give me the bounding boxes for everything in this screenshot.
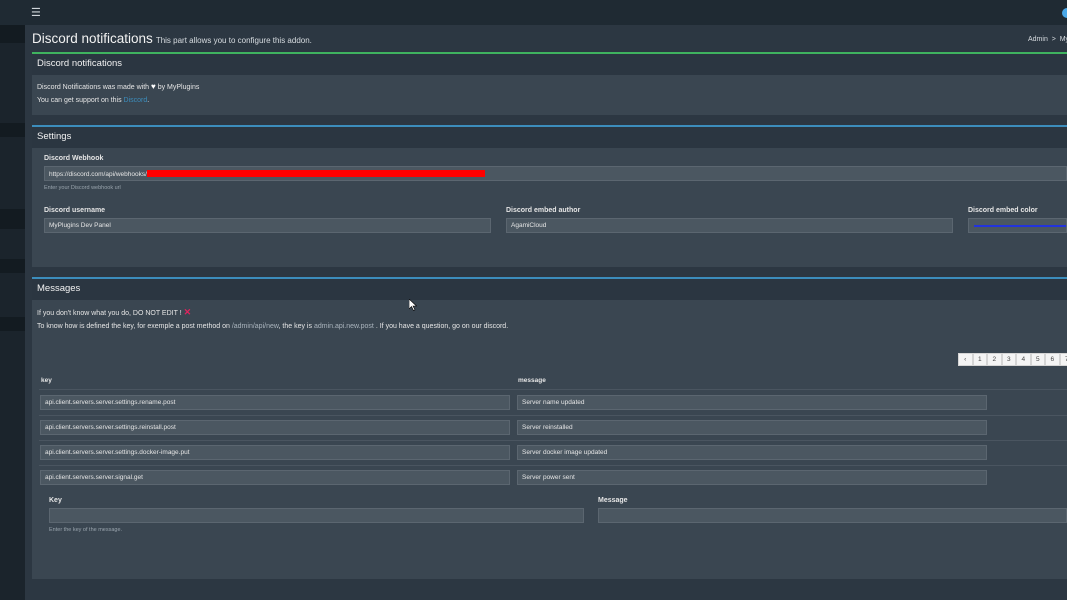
message-text-input[interactable]: Server docker image updated [517,445,987,460]
made-suffix: by MyPlugins [157,84,200,91]
pagination-page[interactable]: 2 [987,353,1002,366]
key-info-text: To know how is defined the key, for exem… [37,323,508,330]
message-key-input[interactable]: api.client.servers.server.settings.renam… [40,395,510,410]
settings-box: Settings Discord Webhook https://discord… [32,125,1067,267]
discord-support-link[interactable]: Discord [124,97,148,104]
sidebar-item[interactable] [0,25,25,43]
new-message-input[interactable] [598,508,1067,523]
embed-author-label: Discord embed author [506,207,581,214]
messages-title: Messages [32,279,1067,300]
top-navbar: ☰ [0,0,1067,25]
embed-color-label: Discord embed color [968,207,1038,214]
warning-text: If you don't know what you do, DO NOT ED… [37,307,191,318]
pagination-page[interactable]: 6 [1045,353,1060,366]
webhook-value: https://discord.com/api/webhooks/ [49,171,147,178]
pagination: ‹ 1 2 3 4 5 6 7 [958,353,1067,366]
info-mid: , the key is [278,323,312,330]
embed-color-swatch [974,225,1066,227]
username-label: Discord username [44,207,106,214]
message-key-input[interactable]: api.client.servers.server.settings.docke… [40,445,510,460]
column-header-key: key [41,377,52,384]
message-text-input[interactable]: Server reinstalled [517,420,987,435]
message-text-input[interactable]: Server name updated [517,395,987,410]
heart-icon: ♥ [151,82,156,91]
pagination-page[interactable]: 1 [972,353,987,366]
pagination-page[interactable]: 3 [1001,353,1016,366]
info-box-title: Discord notifications [32,54,1067,75]
embed-author-input[interactable]: AgamiCloud [506,218,953,233]
info-path: /admin/api/new [231,323,279,330]
webhook-hint: Enter your Discord webhook url [44,185,121,191]
messages-box: Messages If you don't know what you do, … [32,277,1067,579]
made-prefix: Discord Notifications was made with [37,84,150,91]
support-text: You can get support on this Discord. [37,97,149,104]
sidebar-item[interactable] [0,317,25,331]
pagination-page[interactable]: 5 [1030,353,1045,366]
info-prefix: To know how is defined the key, for exem… [37,323,230,330]
divider [39,415,1067,416]
username-input[interactable]: MyPlugins Dev Panel [44,218,491,233]
made-with-text: Discord Notifications was made with ♥ by… [37,82,199,91]
user-avatar[interactable] [1062,8,1067,18]
pagination-page[interactable]: 7 [1059,353,1067,366]
breadcrumb: Admin > My [1028,36,1067,43]
new-key-label: Key [49,497,62,504]
pagination-page[interactable]: 4 [1016,353,1031,366]
info-suffix: . If you have a question, go on our disc… [375,323,509,330]
new-message-label: Message [598,497,628,504]
breadcrumb-separator: > [1051,36,1056,43]
redaction-bar [146,170,485,177]
page-title-text: Discord notifications [32,31,153,46]
message-key-input[interactable]: api.client.servers.server.settings.reins… [40,420,510,435]
sidebar-item[interactable] [0,259,25,273]
sidebar [0,25,25,600]
message-key-input[interactable]: api.client.servers.server.signal.get [40,470,510,485]
page-title: Discord notifications This part allows yo… [32,31,312,46]
column-header-message: message [518,377,546,384]
breadcrumb-admin-link[interactable]: Admin [1028,36,1048,43]
x-mark-icon: ✕ [183,307,192,317]
support-prefix: You can get support on this [37,97,122,104]
message-text-input[interactable]: Server power sent [517,470,987,485]
new-key-input[interactable] [49,508,584,523]
hamburger-menu-icon[interactable]: ☰ [31,6,41,19]
page-subtitle: This part allows you to configure this a… [155,36,312,45]
pagination-prev[interactable]: ‹ [958,353,973,366]
info-key: admin.api.new.post [313,323,374,330]
info-box: Discord notifications Discord Notificati… [32,52,1067,115]
support-suffix: . [147,97,150,104]
main-content: Discord notifications This part allows yo… [25,25,1067,600]
mouse-cursor-icon [409,299,417,311]
embed-color-input[interactable] [968,218,1067,233]
warning-label: If you don't know what you do, DO NOT ED… [37,310,182,317]
webhook-label: Discord Webhook [44,155,104,162]
sidebar-item[interactable] [0,123,25,137]
settings-title: Settings [32,127,1067,148]
divider [39,465,1067,466]
breadcrumb-current: My [1059,36,1067,43]
new-key-hint: Enter the key of the message. [49,527,123,533]
divider [39,389,1067,390]
webhook-input[interactable]: https://discord.com/api/webhooks/ [44,166,1067,181]
divider [39,440,1067,441]
sidebar-item[interactable] [0,209,25,229]
